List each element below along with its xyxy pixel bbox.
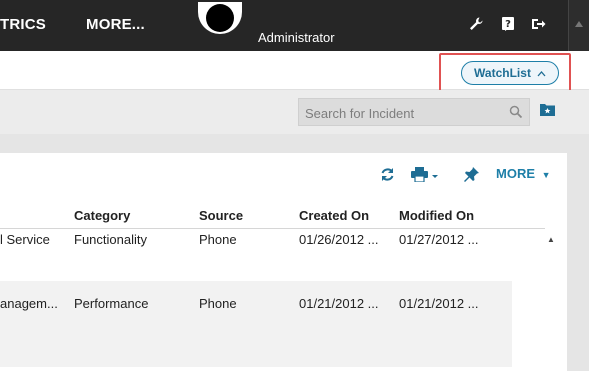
table-row-background xyxy=(0,281,512,367)
cell-created-on: 01/21/2012 ... xyxy=(299,296,379,311)
caret-down-icon: ▼ xyxy=(541,170,551,180)
user-name[interactable]: Administrator xyxy=(258,30,335,45)
cell-source: Phone xyxy=(199,232,237,247)
column-header-created-on[interactable]: Created On xyxy=(299,208,369,223)
column-header-modified-on[interactable]: Modified On xyxy=(399,208,474,223)
chevron-up-icon xyxy=(537,70,546,76)
cell-subject: l Service xyxy=(0,232,50,247)
avatar[interactable] xyxy=(198,2,242,34)
top-navigation-bar: TRICS MORE... Administrator ? xyxy=(0,0,589,51)
triangle-up-icon xyxy=(575,21,583,27)
watchlist-label: WatchList xyxy=(474,66,531,80)
pin-icon[interactable] xyxy=(464,167,479,182)
cell-category: Performance xyxy=(74,296,149,311)
folder-star-icon[interactable] xyxy=(540,103,555,116)
search-box[interactable] xyxy=(298,98,530,127)
cell-modified-on: 01/27/2012 ... xyxy=(399,232,479,247)
search-input[interactable] xyxy=(303,99,507,127)
logout-icon[interactable] xyxy=(530,16,546,32)
wrench-icon[interactable] xyxy=(468,16,484,32)
cell-modified-on: 01/21/2012 ... xyxy=(399,296,479,311)
search-icon[interactable] xyxy=(509,105,523,119)
column-header-category[interactable]: Category xyxy=(74,208,130,223)
refresh-icon[interactable] xyxy=(380,167,395,182)
cell-source: Phone xyxy=(199,296,237,311)
top-scroll-area[interactable] xyxy=(568,0,589,51)
cell-subject: anagem... xyxy=(0,296,58,311)
more-menu-label: MORE xyxy=(496,166,535,181)
print-icon[interactable] xyxy=(411,167,441,182)
scroll-up-arrow-icon[interactable]: ▲ xyxy=(547,235,555,244)
svg-text:?: ? xyxy=(505,19,511,30)
column-header-source[interactable]: Source xyxy=(199,208,243,223)
grid-scrollbar[interactable]: ▲ xyxy=(545,229,557,371)
cell-category: Functionality xyxy=(74,232,147,247)
cell-created-on: 01/26/2012 ... xyxy=(299,232,379,247)
watchlist-button[interactable]: WatchList xyxy=(461,61,559,85)
more-menu[interactable]: MORE ▼ xyxy=(496,166,551,181)
header-divider xyxy=(0,228,545,229)
help-icon[interactable]: ? xyxy=(500,16,516,32)
nav-item-metrics[interactable]: TRICS xyxy=(0,16,46,33)
nav-item-more[interactable]: MORE... xyxy=(86,16,145,33)
